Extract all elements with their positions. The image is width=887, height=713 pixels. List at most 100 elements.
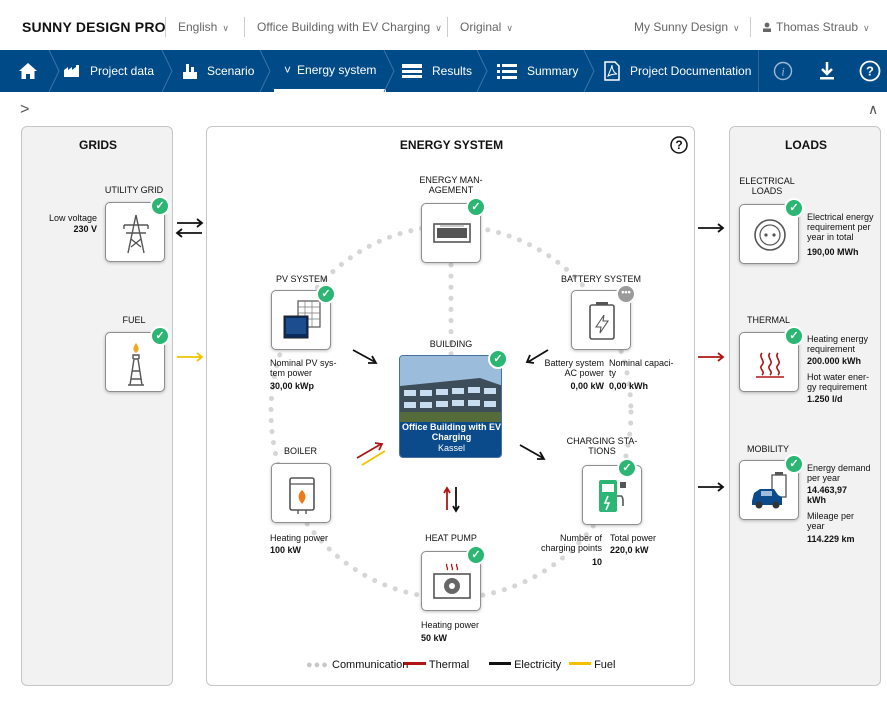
- divider: [165, 17, 166, 37]
- top-bar: SUNNY DESIGN PRO English ∨ Office Buildin…: [0, 0, 887, 54]
- user-name: Thomas Straub: [776, 20, 859, 34]
- pv-power-value: 30,00 kWp: [270, 381, 315, 391]
- boiler-flame-icon: [289, 477, 315, 514]
- tab-label: Scenario: [207, 64, 255, 78]
- check-icon: ✓: [784, 454, 804, 474]
- load-connection-arrows: [698, 223, 725, 492]
- results-icon: [402, 64, 422, 78]
- nav-separator: [583, 50, 595, 92]
- dots-icon: ●●●: [306, 659, 329, 671]
- my-sunny-design-menu[interactable]: My Sunny Design ∨: [634, 20, 740, 34]
- boiler-tile[interactable]: [271, 463, 331, 523]
- component-label: UTILITY GRID: [104, 185, 164, 195]
- home-icon: [19, 63, 37, 79]
- hot-water-key: Hot water ener-gy requirement: [807, 372, 870, 392]
- help-button[interactable]: ?: [853, 50, 887, 92]
- divider: [447, 17, 448, 37]
- tab-label: Summary: [527, 64, 579, 78]
- mileage-value: 114.229 km: [807, 534, 855, 544]
- legend-electricity: Electricity: [489, 659, 561, 671]
- legend-communication: ●●● Communication: [306, 659, 408, 671]
- charging-points-key: Number of charging points: [540, 533, 602, 553]
- electrical-energy-value: 190,00 MWh: [807, 247, 859, 257]
- project-label: Office Building with EV Charging: [257, 20, 431, 34]
- variant-select[interactable]: Original ∨: [460, 20, 513, 34]
- heatpump-thermal-arrow: [443, 486, 451, 510]
- check-icon: ✓: [466, 545, 486, 565]
- electrical-energy-key: Electrical energy requirement per year in …: [807, 212, 874, 242]
- check-icon: ✓: [617, 458, 637, 478]
- building-name: Office Building with EV Charging: [402, 422, 501, 442]
- collapse-chevron-icon[interactable]: ∧: [868, 101, 878, 118]
- brand-title: SUNNY DESIGN PRO: [22, 19, 166, 35]
- charging-power-value: 220,0 kW: [610, 545, 649, 555]
- chevron-down-icon: ˅: [284, 62, 292, 77]
- heatpump-power-value: 50 kW: [421, 633, 448, 643]
- energy-demand-value: 14.463,97 kWh: [807, 485, 848, 505]
- chevron-down-icon: ∨: [863, 23, 870, 33]
- user-menu[interactable]: Thomas Straub ∨: [762, 20, 870, 34]
- pv-power-key: Nominal PV sys-tem power: [270, 358, 337, 378]
- pdf-document-icon: [604, 61, 620, 81]
- component-label: PV SYSTEM: [276, 274, 328, 284]
- heatpump-power-key: Heating power: [421, 620, 480, 630]
- tab-scenario[interactable]: Scenario: [182, 50, 254, 92]
- building-tile[interactable]: Office Building with EV Charging Kassel: [399, 355, 502, 458]
- chevron-down-icon: ∨: [506, 23, 513, 33]
- list-icon: [497, 64, 517, 79]
- line-swatch: [404, 662, 426, 665]
- tab-label: Project Documentation: [630, 64, 752, 78]
- tab-summary[interactable]: Summary: [496, 50, 578, 92]
- grid-voltage-key: Low voltage: [48, 213, 97, 223]
- energy-demand-key: Energy demand per year: [807, 463, 871, 483]
- building-city: Kassel: [437, 443, 465, 453]
- check-icon: ✓: [784, 326, 804, 346]
- language-label: English: [178, 20, 218, 34]
- check-icon: ✓: [488, 349, 508, 369]
- grid-voltage-value: 230 V: [73, 224, 97, 234]
- divider: [750, 17, 751, 37]
- panel-title: GRIDS: [78, 138, 117, 152]
- divider: [244, 17, 245, 37]
- component-label: BOILER: [284, 446, 318, 456]
- legend-label: Communication: [332, 659, 409, 671]
- language-select[interactable]: English ∨: [178, 20, 229, 34]
- legend-label: Thermal: [428, 659, 470, 671]
- component-label: THERMAL: [747, 315, 791, 325]
- mileage-key: Mileage per year: [807, 511, 855, 531]
- boiler-power-key: Heating power: [270, 533, 329, 543]
- chevron-down-icon: ∨: [222, 23, 229, 33]
- divider: [758, 50, 759, 92]
- tab-energy-system[interactable]: ˅ Energy system: [274, 50, 387, 92]
- project-select[interactable]: Office Building with EV Charging ∨: [257, 20, 442, 34]
- hot-water-value: 1.250 l/d: [807, 394, 843, 404]
- panel-title: LOADS: [785, 138, 827, 152]
- tab-results[interactable]: Results: [401, 50, 472, 92]
- home-button[interactable]: [8, 50, 48, 92]
- svg-text:i: i: [781, 65, 784, 79]
- more-options-icon[interactable]: •••: [616, 284, 636, 304]
- factory-icon: [64, 65, 79, 77]
- check-icon: ✓: [150, 326, 170, 346]
- tab-project-data[interactable]: Project data: [63, 50, 154, 92]
- component-label: MOBILITY: [747, 444, 790, 454]
- check-icon: ✓: [784, 198, 804, 218]
- scenario-icon: [183, 64, 197, 79]
- expand-chevron-icon[interactable]: >: [20, 101, 29, 119]
- battery-capacity-value: 0,00 kWh: [609, 381, 649, 391]
- energy-system-panel: ENERGY SYSTEM ? ENERGY MAN- AGEMENT ✓ PV …: [206, 126, 695, 686]
- download-button[interactable]: [810, 50, 844, 92]
- tab-project-documentation[interactable]: Project Documentation: [603, 50, 751, 92]
- charging-arrow: [519, 444, 546, 460]
- nav-separator: [259, 50, 271, 92]
- info-button[interactable]: i: [766, 50, 800, 92]
- charging-power-key: Total power: [610, 533, 657, 543]
- my-sunny-design-label: My Sunny Design: [634, 20, 729, 34]
- line-swatch: [569, 662, 591, 665]
- nav-separator: [48, 50, 60, 92]
- battery-power-value: 0,00 kW: [570, 381, 604, 391]
- svg-text:?: ?: [866, 64, 874, 79]
- heating-energy-value: 200.000 kWh: [807, 356, 862, 366]
- component-label: CHARGING STA- TIONS: [566, 436, 638, 456]
- component-label: BUILDING: [429, 339, 473, 349]
